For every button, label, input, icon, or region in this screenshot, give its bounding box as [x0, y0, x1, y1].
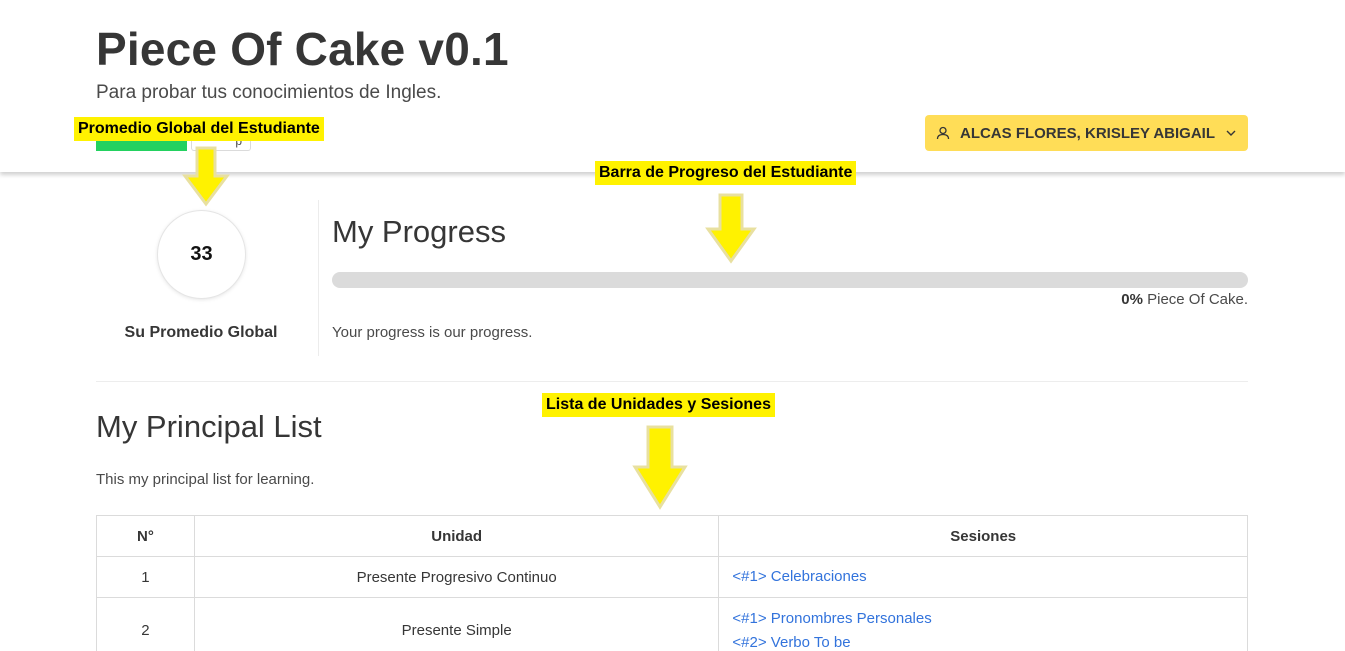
app-subtitle: Para probar tus conocimientos de Ingles.: [96, 82, 442, 103]
app-title: Piece Of Cake v0.1: [96, 23, 509, 75]
list-description: This my principal list for learning.: [96, 471, 315, 488]
list-title: My Principal List: [96, 409, 322, 444]
table-row: 2 Presente Simple <#1> Pronombres Person…: [96, 597, 1248, 651]
row-sessions: <#1> Pronombres Personales <#2> Verbo To…: [718, 597, 1248, 651]
section-divider: [96, 381, 1248, 382]
annotation-progress-bar: Barra de Progreso del Estudiante: [595, 161, 857, 185]
units-table: N° Unidad Sesiones 1 Presente Progresivo…: [96, 515, 1248, 651]
arrow-down-icon: [182, 146, 230, 207]
vertical-divider: [318, 200, 319, 356]
progress-title: My Progress: [332, 214, 506, 249]
table-row: 1 Presente Progresivo Continuo <#1> Cele…: [96, 556, 1248, 598]
session-link[interactable]: <#1> Celebraciones: [732, 565, 1247, 589]
progress-caption-text: Piece Of Cake.: [1142, 291, 1248, 308]
row-number: 2: [96, 597, 195, 651]
global-average-value: 33: [190, 243, 213, 265]
user-menu-button[interactable]: ALCAS FLORES, KRISLEY ABIGAIL: [925, 115, 1248, 151]
user-name: ALCAS FLORES, KRISLEY ABIGAIL: [959, 124, 1215, 142]
column-header-sessions: Sesiones: [718, 515, 1248, 557]
progress-bar: [332, 272, 1248, 288]
arrow-down-icon: [705, 193, 757, 264]
progress-note: Your progress is our progress.: [332, 324, 533, 341]
row-unit: Presente Progresivo Continuo: [193, 556, 720, 598]
annotation-global-average: Promedio Global del Estudiante: [74, 117, 324, 141]
progress-caption: 0% Piece Of Cake.: [1121, 291, 1248, 308]
annotation-unit-list: Lista de Unidades y Sesiones: [542, 393, 775, 417]
session-link[interactable]: <#2> Verbo To be: [732, 631, 1247, 651]
row-unit: Presente Simple: [193, 597, 720, 651]
arrow-down-icon: [632, 425, 688, 510]
row-number: 1: [96, 556, 195, 598]
global-average-label: Su Promedio Global: [124, 324, 278, 341]
chevron-down-icon: [1225, 127, 1237, 139]
column-header-unit: Unidad: [193, 515, 720, 557]
row-sessions: <#1> Celebraciones: [718, 556, 1248, 598]
session-link[interactable]: <#1> Pronombres Personales: [732, 607, 1247, 631]
progress-percent: 0%: [1121, 291, 1143, 308]
global-average-circle: 33: [158, 211, 245, 298]
column-header-number: N°: [96, 515, 195, 557]
user-icon: [936, 126, 950, 140]
